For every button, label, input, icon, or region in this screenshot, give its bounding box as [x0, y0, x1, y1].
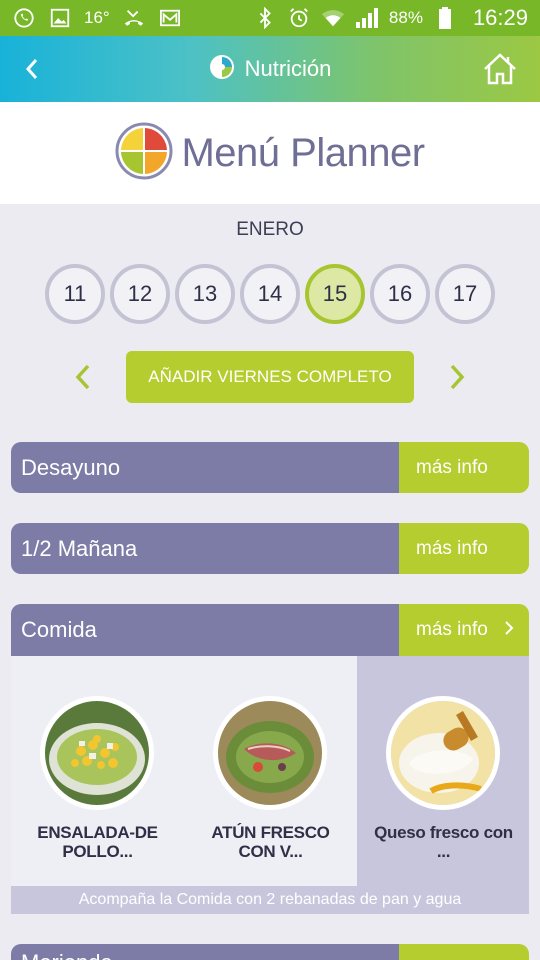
dish-name: ATÚN FRESCO CON V... [211, 823, 330, 861]
home-icon [484, 53, 516, 85]
meal-label: 1/2 Mañana [11, 523, 399, 574]
weather-temp: 16° [84, 8, 110, 27]
battery-icon [433, 6, 457, 30]
more-info-label: más info [416, 537, 488, 559]
day-16[interactable]: 16 [370, 264, 430, 324]
clock: 16:29 [472, 5, 528, 30]
day-14[interactable]: 14 [240, 264, 300, 324]
chevron-left-icon [25, 59, 38, 79]
app-toolbar: Nutrición [0, 36, 540, 102]
home-button[interactable] [482, 52, 518, 86]
day-13[interactable]: 13 [175, 264, 235, 324]
menu-planner-logo-icon [115, 122, 173, 185]
brand-name: Menú Planner [181, 130, 425, 175]
meal-afternoon-snack[interactable]: Merienda [11, 944, 529, 960]
meal-label: Desayuno [11, 442, 399, 493]
day-12[interactable]: 12 [110, 264, 170, 324]
more-info-label: más info [416, 456, 488, 478]
day-15-selected[interactable]: 15 [305, 264, 365, 324]
day-17[interactable]: 17 [435, 264, 495, 324]
dish-name: Queso fresco con ... [374, 823, 513, 861]
dish-card[interactable]: ENSALADA-DE POLLO... [11, 656, 184, 886]
bluetooth-icon [253, 6, 277, 30]
lunch-dishes-panel: ENSALADA-DE POLLO... ATÚN FRESCO CON V..… [11, 656, 529, 914]
meal-breakfast[interactable]: Desayuno más info [11, 442, 529, 493]
alarm-icon [287, 6, 311, 30]
more-info-button[interactable]: más info [399, 523, 529, 574]
brand-header: Menú Planner [0, 102, 540, 204]
gallery-icon [48, 6, 72, 30]
toolbar-title-group: Nutrición [0, 36, 540, 102]
signal-icon [355, 6, 379, 30]
more-info-label: más info [416, 619, 488, 640]
add-full-day-button[interactable]: AÑADIR VIERNES COMPLETO [126, 351, 414, 403]
month-label: ENERO [236, 219, 304, 240]
dish-photo-cheese-honey [386, 696, 500, 810]
meal-mid-morning[interactable]: 1/2 Mañana más info [11, 523, 529, 574]
previous-day-button[interactable] [68, 362, 98, 392]
dish-photo-salad [40, 696, 154, 810]
whatsapp-icon [12, 6, 36, 30]
meal-lunch[interactable]: Comida más info [11, 604, 529, 656]
nutrition-icon [209, 54, 235, 85]
more-info-button[interactable] [399, 944, 529, 960]
wifi-icon [321, 6, 345, 30]
page-title: Nutrición [244, 56, 332, 81]
back-button[interactable] [16, 53, 48, 85]
meal-note: Acompaña la Comida con 2 rebanadas de pa… [78, 891, 462, 908]
meal-label: Merienda [11, 944, 399, 960]
dish-card[interactable]: ATÚN FRESCO CON V... [184, 656, 357, 886]
status-bar: 16° 88% 16:29 [0, 0, 540, 36]
chevron-right-icon [504, 620, 514, 641]
chevron-left-icon [75, 364, 90, 390]
meal-label: Comida [11, 604, 399, 656]
more-info-button[interactable]: más info [399, 442, 529, 493]
dish-card[interactable]: Queso fresco con ... [357, 656, 530, 886]
day-11[interactable]: 11 [45, 264, 105, 324]
day-selector: 11 12 13 14 15 16 17 [45, 264, 495, 324]
mail-icon [158, 6, 182, 30]
dish-name: ENSALADA-DE POLLO... [37, 823, 158, 861]
next-day-button[interactable] [442, 362, 472, 392]
chevron-right-icon [450, 364, 465, 390]
more-info-button[interactable]: más info [399, 604, 529, 656]
battery-percent: 88% [388, 8, 423, 27]
dish-photo-tuna [213, 696, 327, 810]
missed-call-icon [122, 6, 146, 30]
